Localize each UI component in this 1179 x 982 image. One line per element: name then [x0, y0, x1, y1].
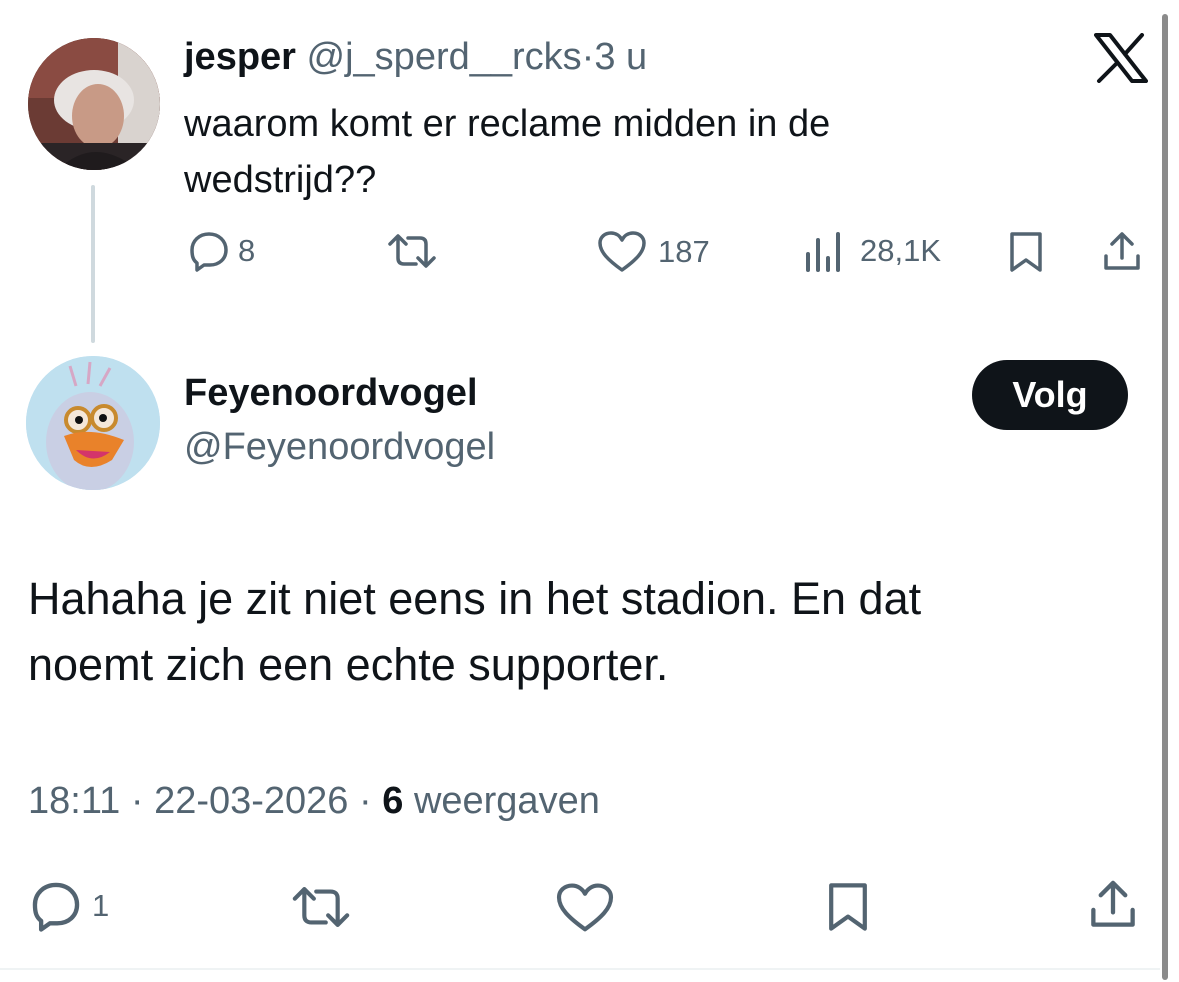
main-views-label: weergaven: [413, 780, 600, 822]
parent-time[interactable]: 3 u: [594, 36, 647, 78]
parent-views-count: 28,1K: [860, 233, 942, 268]
main-text-line-2: noemt zich een echte supporter.: [28, 639, 669, 690]
main-timestamp-row: 18:11 · 22-03-2026 · 6 weergaven: [28, 780, 600, 823]
parent-bookmark-button[interactable]: [1006, 230, 1046, 274]
main-reply-count: 1: [92, 888, 110, 923]
main-handle[interactable]: @Feyenoordvogel: [184, 426, 495, 469]
avatar-feyenoordvogel[interactable]: [26, 356, 160, 490]
avatar-jesper[interactable]: [28, 38, 160, 170]
main-share-button[interactable]: [1086, 878, 1140, 932]
main-bookmark-button[interactable]: [824, 880, 872, 934]
thread-connector-line: [91, 185, 95, 343]
main-like-button[interactable]: [554, 882, 616, 934]
parent-reply-button[interactable]: 8: [188, 230, 255, 272]
parent-retweet-button[interactable]: [386, 230, 438, 272]
heart-icon: [556, 883, 614, 932]
main-display-name[interactable]: Feyenoordvogel: [184, 372, 478, 415]
avatar-feyenoordvogel-image: [26, 356, 160, 490]
parent-text-line-1: waarom komt er reclame midden in de: [184, 103, 831, 145]
parent-views-button[interactable]: 28,1K: [802, 230, 941, 272]
main-separator-1: ·: [130, 780, 144, 822]
parent-like-button[interactable]: 187: [596, 230, 710, 274]
main-time[interactable]: 18:11: [28, 780, 120, 822]
main-text-line-1: Hahaha je zit niet eens in het stadion. …: [28, 573, 922, 624]
share-icon: [1091, 880, 1135, 927]
reply-icon: [190, 232, 228, 272]
bottom-divider: [0, 968, 1160, 970]
x-logo-icon: [1094, 33, 1148, 88]
main-reply-button[interactable]: 1: [30, 880, 109, 932]
parent-text-line-2: wedstrijd??: [184, 159, 377, 201]
parent-reply-count: 8: [238, 233, 256, 268]
parent-separator: ·: [581, 36, 595, 78]
parent-handle[interactable]: @j_sperd__rcks: [307, 36, 582, 78]
parent-display-name[interactable]: jesper: [184, 36, 296, 78]
main-retweet-button[interactable]: [290, 882, 352, 932]
retweet-icon: [388, 234, 436, 268]
parent-like-count: 187: [658, 234, 710, 269]
heart-icon: [598, 231, 646, 272]
bookmark-icon: [1010, 232, 1042, 272]
retweet-icon: [292, 887, 350, 927]
parent-tweet-header: jesper @j_sperd__rcks·3 u: [184, 36, 647, 79]
parent-share-button[interactable]: [1100, 230, 1144, 274]
bookmark-icon: [829, 883, 867, 931]
main-date[interactable]: 22-03-2026: [154, 780, 348, 822]
main-views-count: 6: [382, 780, 404, 822]
main-tweet-text: Hahaha je zit niet eens in het stadion. …: [28, 566, 921, 698]
views-icon: [806, 232, 840, 272]
parent-tweet-text: waarom komt er reclame midden in de weds…: [184, 96, 830, 208]
main-separator-2: ·: [359, 780, 372, 822]
follow-button[interactable]: Volg: [972, 360, 1128, 430]
avatar-jesper-image: [28, 38, 160, 170]
reply-icon: [32, 882, 80, 932]
share-icon: [1104, 232, 1140, 270]
scrollbar[interactable]: [1162, 14, 1168, 980]
